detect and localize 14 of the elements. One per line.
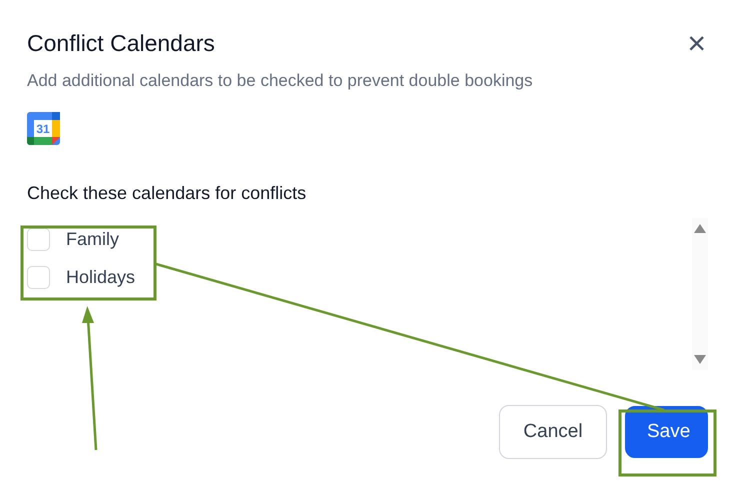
calendar-name: Holidays xyxy=(66,266,136,288)
calendar-icon: 31 xyxy=(27,112,60,145)
checkbox[interactable] xyxy=(27,266,50,288)
dialog-subtitle: Add additional calendars to be checked to prevent double bookings xyxy=(27,71,534,91)
save-button[interactable]: Save xyxy=(625,406,708,458)
close-button[interactable]: × xyxy=(687,30,706,56)
scroll-down-icon[interactable] xyxy=(694,355,706,364)
scrollbar[interactable] xyxy=(692,218,708,370)
cancel-button[interactable]: Cancel xyxy=(499,405,607,459)
dialog-title: Conflict Calendars xyxy=(27,30,215,56)
scroll-up-icon[interactable] xyxy=(694,224,706,233)
checkbox[interactable] xyxy=(27,228,50,250)
section-label: Check these calendars for conflicts xyxy=(27,183,308,204)
calendar-name: Family xyxy=(66,228,119,250)
